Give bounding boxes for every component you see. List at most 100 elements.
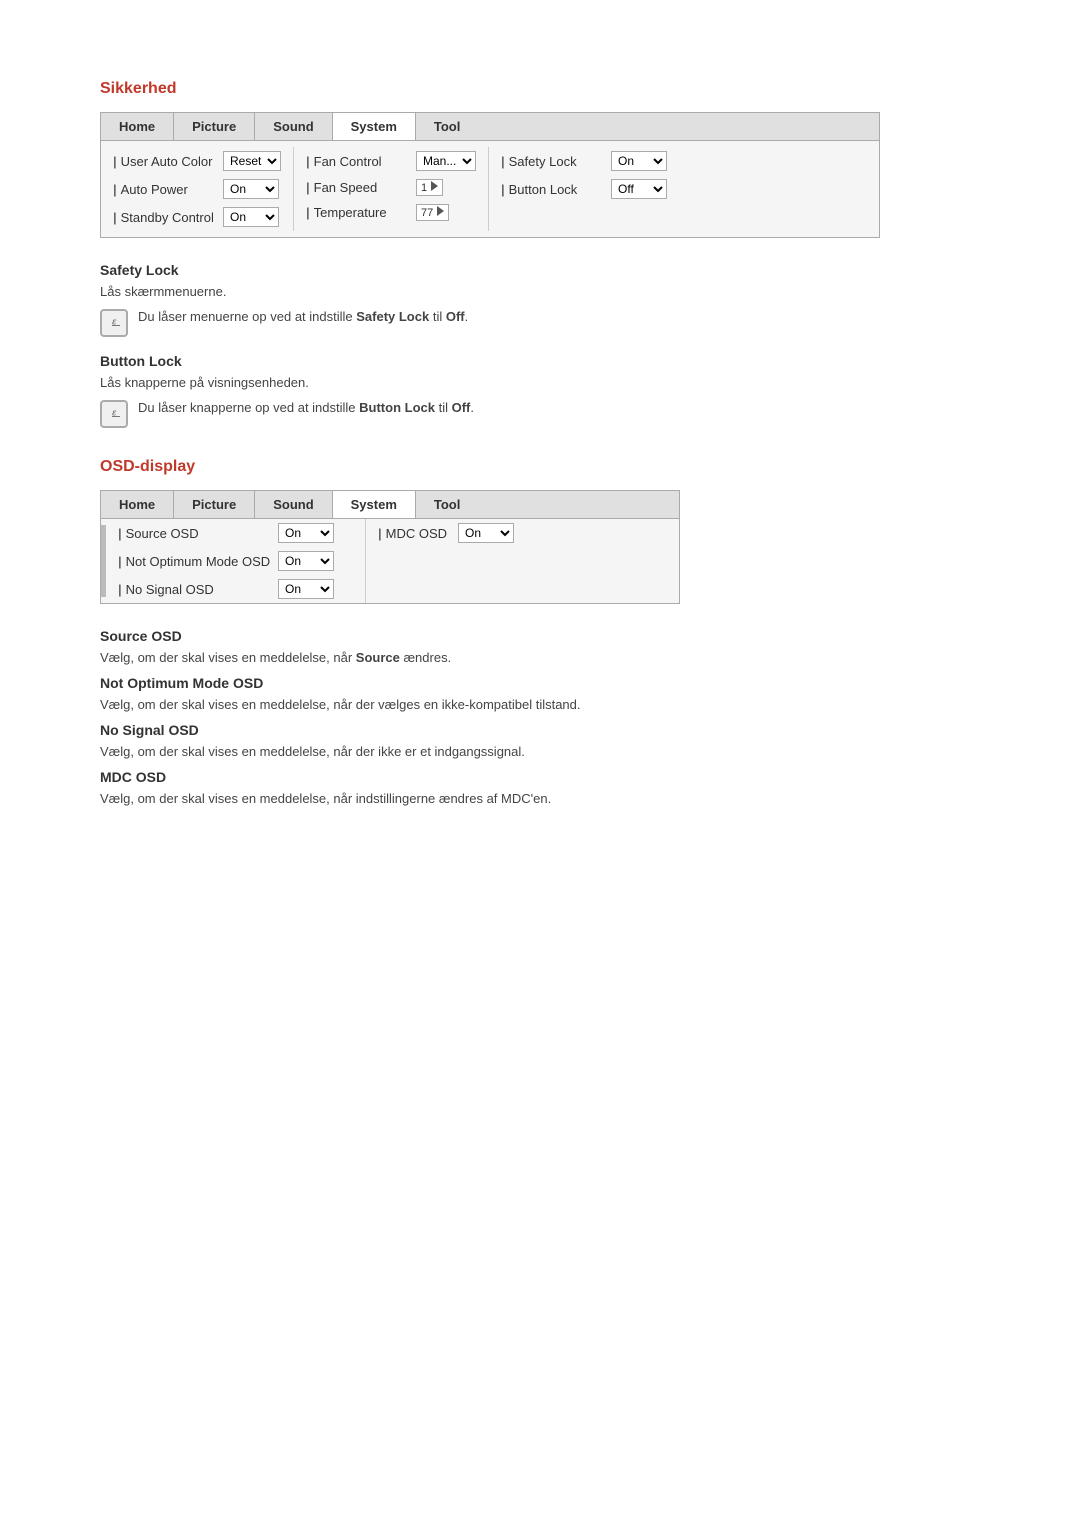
button-lock-note-before: Du låser knapperne op ved at indstille — [138, 400, 359, 415]
pipe-icon: | — [501, 154, 505, 169]
sikkerhed-menu-header: Home Picture Sound System Tool — [101, 113, 879, 141]
button-lock-note-text: Du låser knapperne op ved at indstille B… — [138, 400, 474, 415]
tab-system[interactable]: System — [333, 113, 416, 140]
pipe-icon: | — [113, 182, 117, 197]
mdc-osd-label: |MDC OSD — [378, 526, 458, 541]
osd-tab-sound[interactable]: Sound — [255, 491, 332, 518]
safety-lock-label: |Safety Lock — [501, 154, 611, 169]
pipe-icon: | — [118, 526, 122, 541]
button-lock-row: |Button Lock Off On — [501, 175, 667, 203]
button-lock-note-box: ᵋ̶ Du låser knapperne op ved at indstill… — [100, 400, 980, 428]
tab-sound[interactable]: Sound — [255, 113, 332, 140]
osd-menu-table: Home Picture Sound System Tool |Source O… — [100, 490, 680, 604]
auto-power-row: |Auto Power On — [113, 175, 281, 203]
safety-lock-subsection: Safety Lock Lås skærmmenuerne. ᵋ̶ Du lås… — [100, 262, 980, 337]
safety-lock-title: Safety Lock — [100, 262, 980, 278]
mdc-osd-subsection: MDC OSD Vælg, om der skal vises en medde… — [100, 769, 980, 806]
sikkerhed-col-3: |Safety Lock On Off |Button Lock Off On — [489, 147, 679, 231]
pipe-icon: | — [306, 154, 310, 169]
temperature-label: |Temperature — [306, 205, 416, 220]
pipe-icon: | — [118, 554, 122, 569]
no-signal-subsection: No Signal OSD Vælg, om der skal vises en… — [100, 722, 980, 759]
pipe-icon: | — [113, 154, 117, 169]
fan-control-label: |Fan Control — [306, 154, 416, 169]
source-osd-title: Source OSD — [100, 628, 980, 644]
tab-picture[interactable]: Picture — [174, 113, 255, 140]
pipe-icon: | — [306, 180, 310, 195]
button-lock-label: |Button Lock — [501, 182, 611, 197]
fan-speed-arrow[interactable] — [431, 181, 438, 194]
osd-tab-system[interactable]: System — [333, 491, 416, 518]
sikkerhed-title: Sikkerhed — [100, 80, 980, 98]
safety-lock-note-end: . — [465, 309, 469, 324]
note-icon: ᵋ̶ — [100, 309, 128, 337]
source-osd-text-before: Vælg, om der skal vises en meddelelse, n… — [100, 650, 356, 665]
button-lock-note-bold2: Off — [452, 400, 471, 415]
osd-col-2: |MDC OSD On Off — [366, 519, 526, 603]
fan-control-row: |Fan Control Man... — [306, 147, 476, 175]
safety-lock-row: |Safety Lock On Off — [501, 147, 667, 175]
not-optimum-text: Vælg, om der skal vises en meddelelse, n… — [100, 697, 980, 712]
pipe-icon: | — [501, 182, 505, 197]
osd-display-title: OSD-display — [100, 458, 980, 476]
sikkerhed-menu-body: |User Auto Color Reset |Auto Power On — [101, 141, 879, 237]
no-signal-osd-label: |No Signal OSD — [118, 582, 278, 597]
button-lock-note-bold: Button Lock — [359, 400, 435, 415]
source-osd-row: |Source OSD On Off — [118, 519, 353, 547]
osd-col-1: |Source OSD On Off |Not Optimum Mode OSD… — [106, 519, 366, 603]
sikkerhed-col-1: |User Auto Color Reset |Auto Power On — [101, 147, 294, 231]
mdc-osd-title: MDC OSD — [100, 769, 980, 785]
no-signal-osd-select[interactable]: On Off — [278, 579, 334, 599]
user-auto-color-select[interactable]: Reset — [223, 151, 281, 171]
fan-speed-display: 1 — [421, 182, 427, 194]
user-auto-color-row: |User Auto Color Reset — [113, 147, 281, 175]
no-signal-text: Vælg, om der skal vises en meddelelse, n… — [100, 744, 980, 759]
not-optimum-title: Not Optimum Mode OSD — [100, 675, 980, 691]
osd-menu-body: |Source OSD On Off |Not Optimum Mode OSD… — [101, 519, 679, 603]
button-lock-title: Button Lock — [100, 353, 980, 369]
fan-speed-label: |Fan Speed — [306, 180, 416, 195]
user-auto-color-label: |User Auto Color — [113, 154, 223, 169]
osd-tab-home[interactable]: Home — [101, 491, 174, 518]
button-lock-text: Lås knapperne på visningsenheden. — [100, 375, 980, 390]
osd-tab-picture[interactable]: Picture — [174, 491, 255, 518]
safety-lock-note-text: Du låser menuerne op ved at indstille Sa… — [138, 309, 468, 324]
pipe-icon: | — [378, 526, 382, 541]
mdc-osd-text: Vælg, om der skal vises en meddelelse, n… — [100, 791, 980, 806]
tab-tool[interactable]: Tool — [416, 113, 478, 140]
pipe-icon: | — [118, 582, 122, 597]
not-optimum-osd-row: |Not Optimum Mode OSD On Off — [118, 547, 353, 575]
not-optimum-osd-select[interactable]: On Off — [278, 551, 334, 571]
source-osd-select[interactable]: On Off — [278, 523, 334, 543]
sikkerhed-col-2: |Fan Control Man... |Fan Speed 1 — [294, 147, 489, 231]
safety-lock-note-bold2: Off — [446, 309, 465, 324]
auto-power-select[interactable]: On — [223, 179, 279, 199]
auto-power-label: |Auto Power — [113, 182, 223, 197]
standby-control-row: |Standby Control On — [113, 203, 281, 231]
source-osd-text-after: ændres. — [400, 650, 451, 665]
mdc-osd-select[interactable]: On Off — [458, 523, 514, 543]
fan-speed-row: |Fan Speed 1 — [306, 175, 476, 200]
pipe-icon: | — [306, 205, 310, 220]
fan-control-select[interactable]: Man... — [416, 151, 476, 171]
temperature-arrow[interactable] — [437, 206, 444, 219]
temperature-value: 77 — [416, 204, 449, 221]
safety-lock-note-box: ᵋ̶ Du låser menuerne op ved at indstille… — [100, 309, 980, 337]
button-lock-select[interactable]: Off On — [611, 179, 667, 199]
temperature-row: |Temperature 77 — [306, 200, 476, 225]
osd-menu-header: Home Picture Sound System Tool — [101, 491, 679, 519]
safety-lock-note-after: til — [429, 309, 446, 324]
safety-lock-text: Lås skærmmenuerne. — [100, 284, 980, 299]
osd-tab-tool[interactable]: Tool — [416, 491, 478, 518]
button-lock-note-end: . — [470, 400, 474, 415]
not-optimum-subsection: Not Optimum Mode OSD Vælg, om der skal v… — [100, 675, 980, 712]
standby-control-select[interactable]: On — [223, 207, 279, 227]
mdc-osd-row: |MDC OSD On Off — [378, 519, 514, 547]
button-lock-note-after: til — [435, 400, 452, 415]
not-optimum-osd-label: |Not Optimum Mode OSD — [118, 554, 278, 569]
no-signal-title: No Signal OSD — [100, 722, 980, 738]
fan-speed-value: 1 — [416, 179, 443, 196]
safety-lock-select[interactable]: On Off — [611, 151, 667, 171]
tab-home[interactable]: Home — [101, 113, 174, 140]
safety-lock-note-bold: Safety Lock — [356, 309, 429, 324]
